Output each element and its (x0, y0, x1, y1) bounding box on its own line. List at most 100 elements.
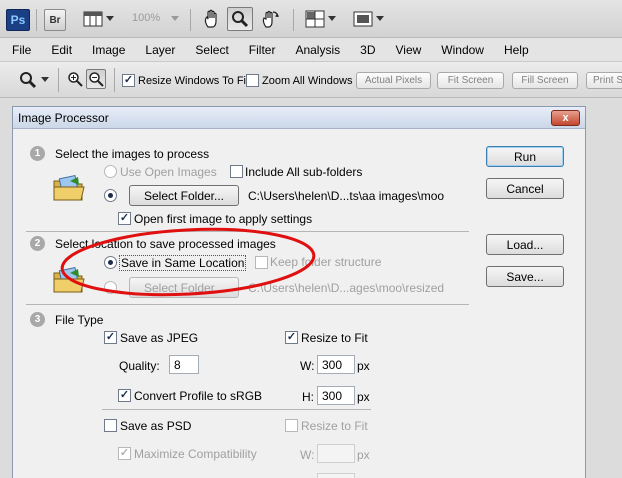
menu-filter[interactable]: Filter (237, 43, 284, 57)
screen-mode-icon[interactable] (352, 9, 374, 29)
zoom-preset-chevron-icon[interactable] (40, 75, 50, 85)
height-input[interactable]: 300 (317, 386, 355, 405)
cancel-button[interactable]: Cancel (486, 178, 564, 199)
section-3-number: 3 (30, 312, 45, 327)
resize-to-fit-checkbox[interactable]: ✓ (285, 331, 298, 344)
width-unit: px (357, 359, 370, 373)
section-2-title: Select location to save processed images (55, 237, 276, 251)
menu-layer[interactable]: Layer (133, 43, 183, 57)
photoshop-logo: Ps (6, 9, 30, 31)
radio-dot (108, 193, 113, 198)
menu-select[interactable]: Select (183, 43, 236, 57)
height-unit: px (357, 390, 370, 404)
chevron-down-icon[interactable] (105, 14, 115, 24)
width-input[interactable]: 300 (317, 355, 355, 374)
source-folder-icon (53, 174, 85, 201)
separator (190, 9, 191, 31)
menu-file[interactable]: File (0, 43, 39, 57)
separator (293, 9, 294, 31)
psd-width-input[interactable] (317, 444, 355, 463)
close-button[interactable]: x (551, 110, 580, 126)
keep-folder-structure-checkbox[interactable] (255, 256, 268, 269)
save-psd-checkbox[interactable] (104, 419, 117, 432)
zoom-all-windows-label: Zoom All Windows (262, 74, 353, 87)
section-1-title: Select the images to process (55, 147, 210, 161)
quality-input[interactable]: 8 (169, 355, 199, 374)
quality-label: Quality: (119, 359, 160, 373)
save-same-location-radio[interactable] (104, 256, 117, 269)
maximize-compat-label: Maximize Compatibility (134, 447, 257, 461)
fill-screen-button[interactable]: Fill Screen (512, 72, 578, 89)
convert-srgb-label: Convert Profile to sRGB (134, 389, 263, 403)
psd-width-unit: px (357, 448, 370, 462)
save-same-location-label: Save in Same Location (119, 255, 247, 271)
resize-psd-checkbox[interactable] (285, 419, 298, 432)
application-bar: Ps Br 100% (0, 0, 622, 38)
select-source-folder-button[interactable]: Select Folder... (129, 185, 239, 206)
separator (114, 68, 115, 92)
save-jpeg-label: Save as JPEG (120, 331, 199, 345)
run-button[interactable]: Run (486, 146, 564, 167)
zoom-all-windows-option: Zoom All Windows (246, 74, 352, 87)
section-2-number: 2 (30, 236, 45, 251)
save-button[interactable]: Save... (486, 266, 564, 287)
arrange-chevron-icon[interactable] (327, 14, 337, 24)
save-jpeg-checkbox[interactable]: ✓ (104, 331, 117, 344)
section-divider (26, 231, 469, 232)
keep-folder-structure-label: Keep folder structure (270, 255, 382, 269)
menu-help[interactable]: Help (492, 43, 537, 57)
use-open-images-radio[interactable] (104, 165, 117, 178)
bridge-button[interactable]: Br (44, 9, 66, 31)
select-destination-radio[interactable] (104, 281, 117, 294)
zoom-preset-icon[interactable] (18, 70, 38, 90)
view-extras-icon[interactable] (82, 9, 104, 29)
image-processor-dialog: Image Processor x Run Cancel Load... Sav… (12, 106, 586, 478)
menu-window[interactable]: Window (429, 43, 492, 57)
convert-srgb-checkbox[interactable]: ✓ (118, 389, 131, 402)
resize-to-fit-label: Resize to Fit (301, 331, 368, 345)
select-folder-radio[interactable] (104, 189, 117, 202)
zoom-level[interactable]: 100% (132, 12, 160, 24)
resize-psd-label: Resize to Fit (301, 419, 368, 433)
actual-pixels-button[interactable]: Actual Pixels (356, 72, 431, 89)
save-psd-label: Save as PSD (120, 419, 192, 433)
zoom-out-icon[interactable] (86, 69, 106, 89)
open-first-image-checkbox[interactable]: ✓ (118, 212, 131, 225)
hand-tool-icon[interactable] (201, 8, 223, 30)
maximize-compat-checkbox[interactable]: ✓ (118, 447, 131, 460)
arrange-documents-icon[interactable] (304, 9, 326, 29)
psd-height-input[interactable] (317, 473, 355, 478)
zoom-chevron-icon[interactable] (170, 14, 180, 24)
resize-windows-checkbox[interactable]: ✓ (122, 74, 135, 87)
section-3-title: File Type (55, 313, 104, 327)
dialog-titlebar: Image Processor x (13, 107, 585, 129)
menu-analysis[interactable]: Analysis (283, 43, 348, 57)
menu-edit[interactable]: Edit (39, 43, 80, 57)
section-divider (26, 304, 469, 305)
menu-view[interactable]: View (383, 43, 429, 57)
jpeg-psd-divider (102, 409, 371, 410)
dialog-title: Image Processor (18, 111, 109, 125)
section-1-number: 1 (30, 146, 45, 161)
destination-folder-icon (53, 266, 85, 293)
resize-windows-label: Resize Windows To Fit (138, 74, 250, 87)
include-subfolders-checkbox[interactable] (230, 165, 243, 178)
zoom-tool-icon[interactable] (227, 7, 253, 31)
close-icon: x (562, 112, 569, 124)
print-size-button[interactable]: Print Si (586, 72, 622, 89)
fit-screen-button[interactable]: Fit Screen (437, 72, 504, 89)
select-destination-folder-button[interactable]: Select Folder... (129, 277, 239, 298)
resize-windows-option: ✓ Resize Windows To Fit (122, 74, 249, 87)
height-label: H: (302, 390, 314, 404)
zoom-in-icon[interactable] (66, 70, 84, 88)
separator (58, 68, 59, 92)
screen-mode-chevron-icon[interactable] (375, 14, 385, 24)
menu-3d[interactable]: 3D (348, 43, 383, 57)
menu-image[interactable]: Image (80, 43, 133, 57)
zoom-all-windows-checkbox[interactable] (246, 74, 259, 87)
load-button[interactable]: Load... (486, 234, 564, 255)
destination-folder-path: C:\Users\helen\D...ages\moo\resized (248, 281, 445, 295)
rotate-view-icon[interactable] (259, 8, 281, 30)
width-label: W: (300, 359, 315, 373)
menu-bar: File Edit Image Layer Select Filter Anal… (0, 38, 622, 62)
